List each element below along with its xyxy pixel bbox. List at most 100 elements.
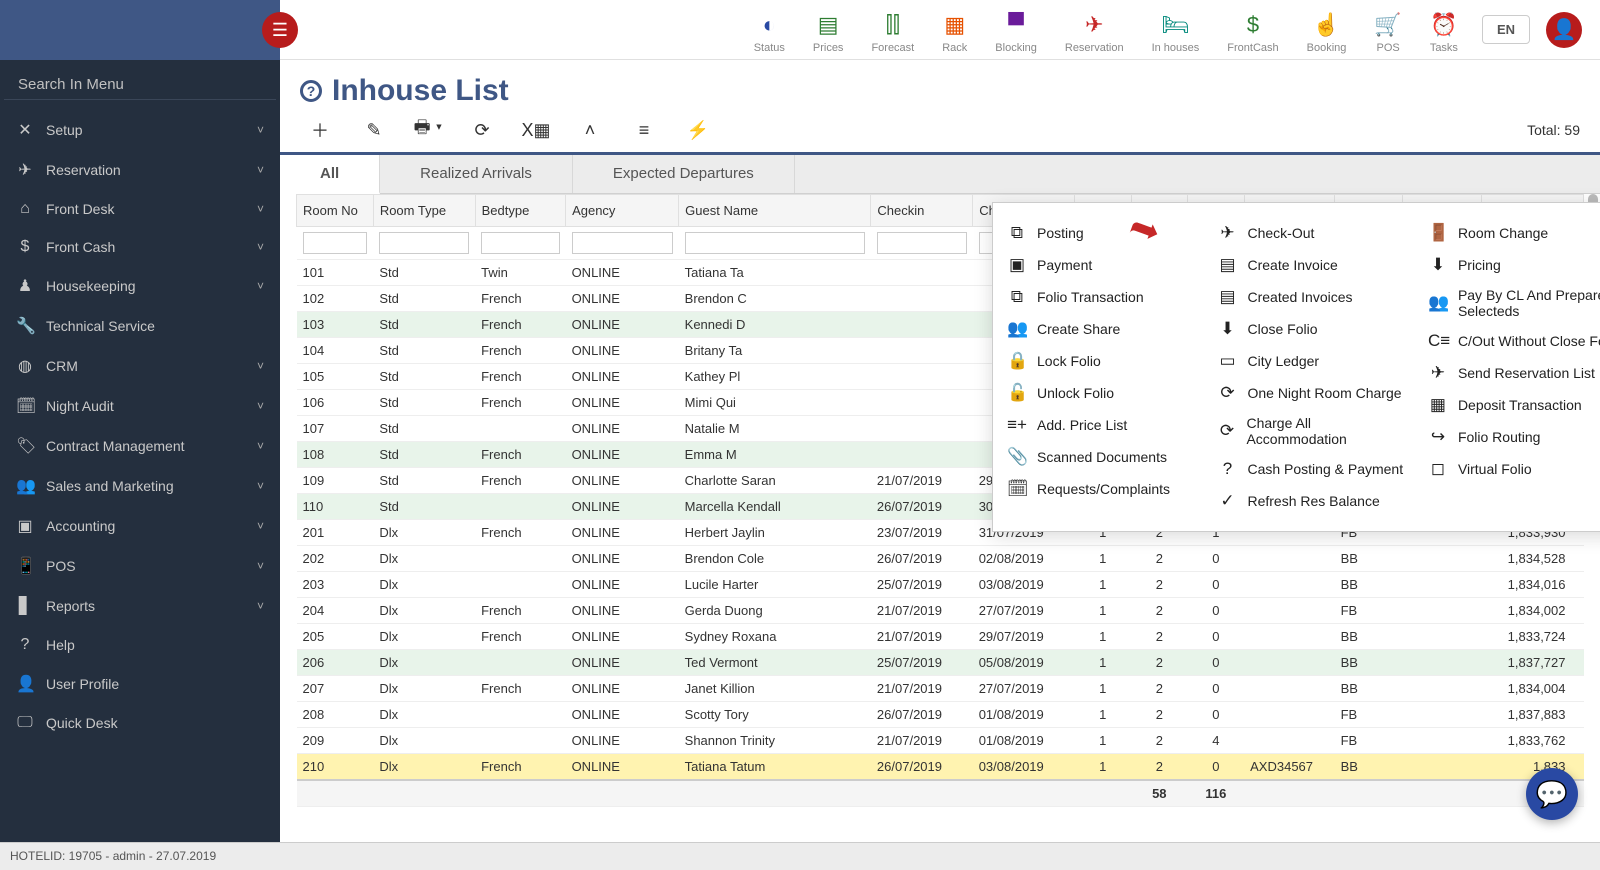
menu-create-invoice[interactable]: ▤Create Invoice bbox=[1213, 249, 1409, 281]
menu-one-night-room-charge[interactable]: ⟳One Night Room Charge bbox=[1213, 377, 1409, 409]
topnav-reservation[interactable]: ✈Reservation bbox=[1065, 12, 1124, 54]
sidebar-item-crm[interactable]: ◍CRM˅ bbox=[0, 346, 280, 386]
menu-scanned-documents[interactable]: 📎Scanned Documents bbox=[1003, 441, 1199, 473]
sidebar-item-front-cash[interactable]: $Front Cash˅ bbox=[0, 228, 280, 266]
topnav-blocking[interactable]: ▀Blocking bbox=[995, 12, 1037, 54]
table-row[interactable]: 206DlxONLINETed Vermont25/07/201905/08/2… bbox=[297, 650, 1584, 676]
chat-button[interactable]: 💬 bbox=[1526, 768, 1578, 820]
tab-expected-departures[interactable]: Expected Departures bbox=[573, 155, 795, 193]
column-filter-input[interactable] bbox=[379, 232, 469, 254]
menu-posting[interactable]: ⧉Posting bbox=[1003, 217, 1199, 249]
sidebar-item-help[interactable]: ?Help bbox=[0, 626, 280, 664]
sidebar-item-reports[interactable]: ▋Reports˅ bbox=[0, 586, 280, 626]
menu-icon: ✈ bbox=[1217, 223, 1237, 243]
column-filter-input[interactable] bbox=[481, 232, 559, 254]
table-row[interactable]: 208DlxONLINEScotty Tory26/07/201901/08/2… bbox=[297, 702, 1584, 728]
topnav-in-houses[interactable]: 🛏In houses bbox=[1152, 12, 1200, 54]
tab-realized-arrivals[interactable]: Realized Arrivals bbox=[380, 155, 573, 193]
sidebar-item-housekeeping[interactable]: ♟Housekeeping˅ bbox=[0, 266, 280, 306]
col-header[interactable]: Room No bbox=[297, 195, 374, 227]
menu-icon: ▤ bbox=[1217, 255, 1237, 275]
list-button[interactable]: ≡ bbox=[624, 114, 664, 146]
blocking-icon: ▀ bbox=[1008, 12, 1024, 38]
col-header[interactable]: Room Type bbox=[373, 195, 475, 227]
sidebar-search[interactable]: Search In Menu bbox=[4, 70, 276, 100]
sidebar-item-setup[interactable]: ✕Setup˅ bbox=[0, 110, 280, 150]
topnav-frontcash[interactable]: $FrontCash bbox=[1227, 12, 1278, 54]
col-header[interactable]: Bedtype bbox=[475, 195, 565, 227]
hamburger-menu-button[interactable]: ☰ bbox=[262, 12, 298, 48]
user-avatar[interactable]: 👤 bbox=[1546, 12, 1582, 48]
table-row[interactable]: 202DlxONLINEBrendon Cole26/07/201902/08/… bbox=[297, 546, 1584, 572]
sidebar-item-user-profile[interactable]: 👤User Profile bbox=[0, 664, 280, 704]
sidebar-item-technical-service[interactable]: 🔧Technical Service bbox=[0, 306, 280, 346]
sidebar-item-quick-desk[interactable]: 🖵Quick Desk bbox=[0, 704, 280, 742]
menu-virtual-folio[interactable]: ◻Virtual Folio bbox=[1424, 453, 1600, 485]
technical-service-icon: 🔧 bbox=[16, 316, 34, 336]
menu-add-price-list[interactable]: ≡+Add. Price List bbox=[1003, 409, 1199, 441]
menu-refresh-res-balance[interactable]: ✓Refresh Res Balance bbox=[1213, 485, 1409, 517]
menu-folio-routing[interactable]: ↪Folio Routing bbox=[1424, 421, 1600, 453]
menu-created-invoices[interactable]: ▤Created Invoices bbox=[1213, 281, 1409, 313]
menu-requests-complaints[interactable]: 🗓Requests/Complaints bbox=[1003, 473, 1199, 505]
menu-charge-all-accommodation[interactable]: ⟳Charge All Accommodation bbox=[1213, 409, 1409, 453]
menu-deposit-transaction[interactable]: ▦Deposit Transaction bbox=[1424, 389, 1600, 421]
edit-button[interactable]: ✎ bbox=[354, 114, 394, 146]
topnav-prices[interactable]: ▤Prices bbox=[813, 12, 844, 54]
export-excel-button[interactable]: X▦ bbox=[516, 114, 556, 146]
table-row[interactable]: 204DlxFrenchONLINEGerda Duong21/07/20192… bbox=[297, 598, 1584, 624]
menu-create-share[interactable]: 👥Create Share bbox=[1003, 313, 1199, 345]
help-icon[interactable]: ? bbox=[300, 80, 322, 102]
menu-c-out-without-close-folio[interactable]: C≡C/Out Without Close Folio bbox=[1424, 325, 1600, 357]
sidebar-item-front-desk[interactable]: ⌂Front Desk˅ bbox=[0, 190, 280, 228]
col-header[interactable]: Agency bbox=[566, 195, 679, 227]
column-filter-input[interactable] bbox=[685, 232, 865, 254]
topbar-left: ☰ bbox=[0, 0, 280, 60]
topnav-rack[interactable]: ▦Rack bbox=[942, 12, 967, 54]
sidebar-item-contract-management[interactable]: 🏷Contract Management˅ bbox=[0, 426, 280, 466]
table-row[interactable]: 205DlxFrenchONLINESydney Roxana21/07/201… bbox=[297, 624, 1584, 650]
topnav-status[interactable]: ◐Status bbox=[754, 12, 785, 54]
menu-icon: 🔒 bbox=[1007, 351, 1027, 371]
table-row[interactable]: 210DlxFrenchONLINETatiana Tatum26/07/201… bbox=[297, 754, 1584, 781]
menu-close-folio[interactable]: ⬇Close Folio bbox=[1213, 313, 1409, 345]
menu-payment[interactable]: ▣Payment bbox=[1003, 249, 1199, 281]
menu-lock-folio[interactable]: 🔒Lock Folio bbox=[1003, 345, 1199, 377]
topbar-right: ◐Status ▤Prices ⫿⫿Forecast ▦Rack ▀Blocking ✈R… bbox=[280, 0, 1600, 59]
menu-city-ledger[interactable]: ▭City Ledger bbox=[1213, 345, 1409, 377]
menu-folio-transaction[interactable]: ⧉Folio Transaction bbox=[1003, 281, 1199, 313]
column-filter-input[interactable] bbox=[572, 232, 673, 254]
actions-button[interactable]: ⚡ bbox=[678, 114, 718, 146]
refresh-button[interactable]: ⟳ bbox=[462, 114, 502, 146]
topnav-booking[interactable]: ☝Booking bbox=[1307, 12, 1347, 54]
sidebar-item-reservation[interactable]: ✈Reservation˅ bbox=[0, 150, 280, 190]
menu-cash-posting-payment[interactable]: ?Cash Posting & Payment bbox=[1213, 453, 1409, 485]
language-button[interactable]: EN bbox=[1482, 15, 1530, 44]
chevron-down-icon: ˅ bbox=[257, 240, 264, 254]
table-row[interactable]: 207DlxFrenchONLINEJanet Killion21/07/201… bbox=[297, 676, 1584, 702]
sales-and-marketing-icon: 👥 bbox=[16, 476, 34, 496]
add-button[interactable]: ＋ bbox=[300, 114, 340, 146]
collapse-button[interactable]: ˄ bbox=[570, 114, 610, 146]
print-button[interactable]: 🖶 ▾ bbox=[408, 114, 448, 146]
menu-pricing[interactable]: ⬇Pricing bbox=[1424, 249, 1600, 281]
topnav-pos[interactable]: 🛒POS bbox=[1374, 12, 1401, 54]
menu-room-change[interactable]: 🚪Room Change bbox=[1424, 217, 1600, 249]
sidebar-item-night-audit[interactable]: 🗓Night Audit˅ bbox=[0, 386, 280, 426]
table-row[interactable]: 209DlxONLINEShannon Trinity21/07/201901/… bbox=[297, 728, 1584, 754]
col-header[interactable]: Checkin bbox=[871, 195, 973, 227]
topnav-tasks[interactable]: ⏰Tasks bbox=[1430, 12, 1458, 54]
sidebar-item-pos[interactable]: 📱POS˅ bbox=[0, 546, 280, 586]
menu-pay-by-cl-and-prepare-invoice-for-selecteds[interactable]: 👥Pay By CL And Prepare Invoice For Selec… bbox=[1424, 281, 1600, 325]
sidebar-item-accounting[interactable]: ▣Accounting˅ bbox=[0, 506, 280, 546]
sidebar-item-sales-and-marketing[interactable]: 👥Sales and Marketing˅ bbox=[0, 466, 280, 506]
menu-send-reservation-list[interactable]: ✈Send Reservation List bbox=[1424, 357, 1600, 389]
column-filter-input[interactable] bbox=[877, 232, 967, 254]
table-row[interactable]: 203DlxONLINELucile Harter25/07/201903/08… bbox=[297, 572, 1584, 598]
tab-all[interactable]: All bbox=[280, 155, 380, 194]
col-header[interactable]: Guest Name bbox=[679, 195, 871, 227]
menu-check-out[interactable]: ✈Check-Out bbox=[1213, 217, 1409, 249]
menu-unlock-folio[interactable]: 🔓Unlock Folio bbox=[1003, 377, 1199, 409]
column-filter-input[interactable] bbox=[303, 232, 368, 254]
topnav-forecast[interactable]: ⫿⫿Forecast bbox=[871, 12, 914, 54]
